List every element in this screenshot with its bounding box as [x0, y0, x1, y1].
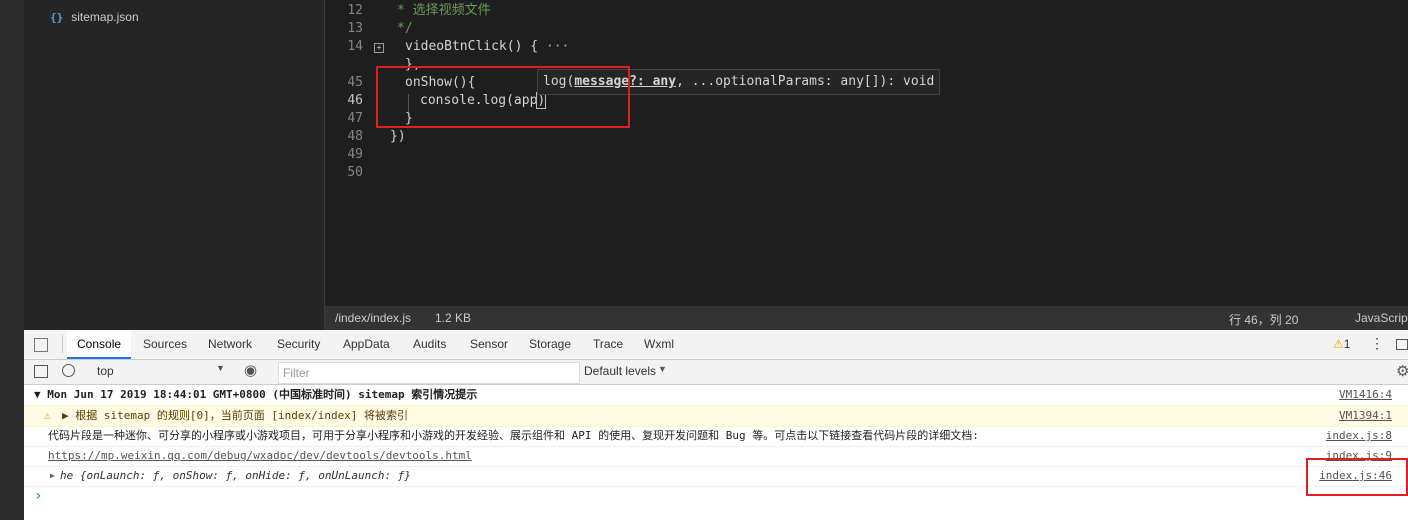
- eye-icon[interactable]: ◉: [244, 361, 257, 379]
- editor-status-bar: /index/index.js 1.2 KB 行 46，列 20 JavaScr…: [325, 306, 1408, 330]
- console-group-header[interactable]: ▼ Mon Jun 17 2019 18:44:01 GMT+0800 (中国标…: [24, 385, 1408, 406]
- log-levels-dropdown[interactable]: Default levels: [584, 364, 656, 378]
- toolbar-divider: [62, 335, 63, 353]
- tab-network[interactable]: Network: [208, 330, 252, 359]
- console-log-row: 代码片段是一种迷你、可分享的小程序或小游戏项目，可用于分享小程序和小游戏的开发经…: [24, 426, 1408, 447]
- dock-side-icon[interactable]: [1396, 339, 1408, 350]
- context-selector[interactable]: top: [97, 364, 114, 378]
- highlight-box-code: [376, 66, 630, 128]
- line-number: 12: [347, 3, 363, 18]
- line-number: 49: [347, 147, 363, 162]
- line-number: 50: [347, 165, 363, 180]
- devtools-tab-bar: Console Sources Network Security AppData…: [24, 330, 1408, 360]
- settings-gear-icon[interactable]: ⚙: [1396, 362, 1408, 380]
- code-line-12: * 选择视频文件: [397, 3, 491, 18]
- line-number: 13: [347, 21, 363, 36]
- clear-console-icon[interactable]: [62, 364, 75, 377]
- source-link[interactable]: VM1416:4: [1339, 385, 1392, 405]
- expand-triangle-icon[interactable]: ▶: [50, 466, 55, 486]
- tab-sensor[interactable]: Sensor: [470, 330, 508, 359]
- file-explorer: {} sitemap.json: [0, 0, 324, 330]
- tab-console[interactable]: Console: [67, 330, 132, 359]
- tab-sources[interactable]: Sources: [143, 330, 187, 359]
- source-link[interactable]: VM1394:1: [1339, 406, 1392, 426]
- console-prompt[interactable]: ›: [34, 488, 42, 504]
- line-number-current: 46: [347, 93, 363, 108]
- source-link[interactable]: index.js:8: [1326, 426, 1392, 446]
- cursor-position[interactable]: 行 46，列 20: [1229, 311, 1298, 328]
- console-log-row: https://mp.weixin.qq.com/debug/wxadoc/de…: [24, 446, 1408, 467]
- tab-storage[interactable]: Storage: [529, 330, 571, 359]
- tab-appdata[interactable]: AppData: [343, 330, 390, 359]
- file-size: 1.2 KB: [435, 311, 472, 325]
- line-number: 48: [347, 129, 363, 144]
- tab-security[interactable]: Security: [277, 330, 320, 359]
- warning-icon: ⚠: [1333, 337, 1344, 351]
- highlight-box-source: [1306, 458, 1408, 496]
- console-toolbar: top ▼ ◉ Filter Default levels ▼ ⚙: [24, 360, 1408, 385]
- line-number: 14: [347, 39, 363, 54]
- code-line-13: */: [397, 21, 413, 36]
- tab-audits[interactable]: Audits: [413, 330, 446, 359]
- chevron-down-icon[interactable]: ▼: [658, 364, 667, 374]
- devtools-left-gutter: [0, 330, 24, 520]
- chevron-down-icon[interactable]: ▼: [216, 363, 225, 373]
- docs-link[interactable]: https://mp.weixin.qq.com/debug/wxadoc/de…: [48, 446, 472, 466]
- file-path: /index/index.js: [335, 311, 412, 325]
- line-number: [325, 56, 363, 74]
- inspect-element-icon[interactable]: [34, 338, 48, 352]
- show-sidebar-icon[interactable]: [34, 365, 48, 378]
- code-editor[interactable]: 12 13 14 45 46 47 48 49 50 + * 选择视频文件 */…: [325, 0, 1408, 306]
- console-warning-row[interactable]: ⚠ ▶ 根据 sitemap 的规则[0]，当前页面 [index/index]…: [24, 405, 1408, 427]
- line-number: 47: [347, 111, 363, 126]
- code-line-48: }): [390, 129, 406, 144]
- activity-strip: [0, 0, 24, 330]
- console-output: ▼ Mon Jun 17 2019 18:44:01 GMT+0800 (中国标…: [24, 385, 1408, 520]
- language-mode[interactable]: JavaScript: [1355, 311, 1408, 325]
- code-line-14: videoBtnClick() { ···: [405, 39, 570, 54]
- warning-counter[interactable]: ⚠1: [1333, 337, 1350, 351]
- warning-icon: ⚠: [44, 409, 51, 422]
- json-file-icon: {}: [50, 10, 64, 24]
- filter-input[interactable]: Filter: [278, 362, 580, 384]
- line-number: 45: [347, 75, 363, 90]
- console-object-row[interactable]: ▶ he {onLaunch: ƒ, onShow: ƒ, onHide: ƒ,…: [24, 466, 1408, 487]
- expand-fold-icon[interactable]: +: [374, 43, 384, 53]
- file-name: sitemap.json: [71, 10, 139, 24]
- file-item-sitemap[interactable]: {} sitemap.json: [50, 8, 139, 26]
- more-options-icon[interactable]: ⋮: [1370, 336, 1384, 350]
- tab-trace[interactable]: Trace: [593, 330, 623, 359]
- tab-wxml[interactable]: Wxml: [644, 330, 674, 359]
